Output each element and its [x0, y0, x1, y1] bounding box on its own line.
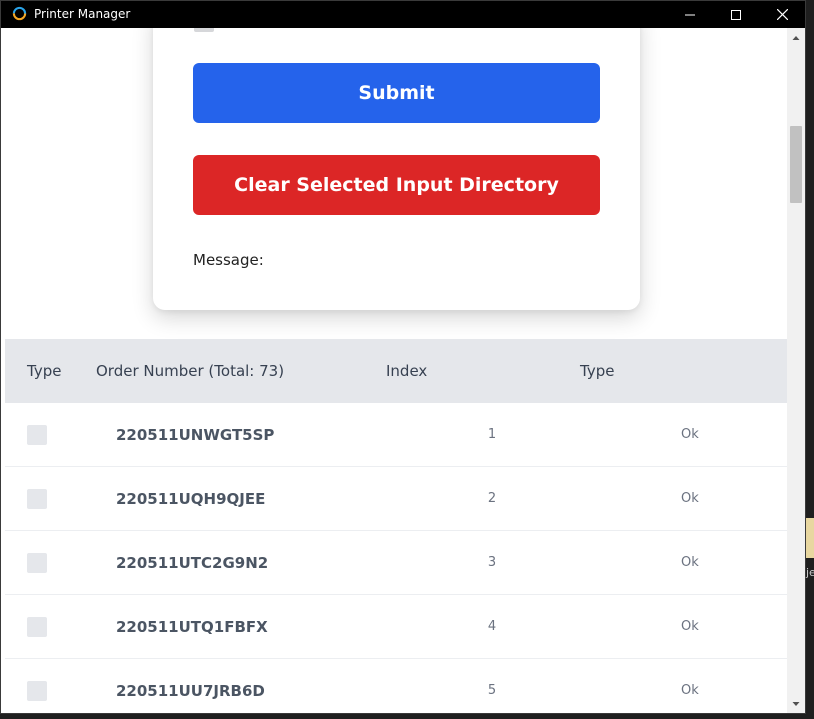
order-number: 220511UNWGT5SP	[116, 426, 275, 444]
row-status: Ok	[681, 555, 699, 570]
maximize-button[interactable]	[713, 1, 759, 28]
row-checkbox[interactable]	[27, 489, 47, 509]
order-number: 220511UTQ1FBFX	[116, 618, 268, 636]
row-index-value: 3	[487, 555, 497, 570]
chevron-up-icon	[792, 36, 800, 40]
header-select-type[interactable]: Type	[27, 362, 61, 380]
order-number: 220511UTC2G9N2	[116, 554, 269, 572]
printer-manager-icon	[12, 6, 27, 21]
row-checkbox[interactable]	[27, 425, 47, 445]
order-number: 220511UQH9QJEE	[116, 490, 266, 508]
app-window: Printer Manager Submit Clear Selected In…	[0, 0, 806, 714]
submit-button[interactable]: Submit	[193, 63, 600, 123]
option-checkbox[interactable]	[194, 28, 214, 32]
table-row[interactable]: 220511UU7JRB6D 5 Ok	[5, 659, 787, 713]
maximize-icon	[731, 9, 741, 20]
title-bar[interactable]: Printer Manager	[1, 1, 805, 28]
close-button[interactable]	[759, 1, 805, 28]
desktop-file-label: je	[806, 566, 814, 579]
row-status: Ok	[681, 491, 699, 506]
table-row[interactable]: 220511UNWGT5SP 1 Ok	[5, 403, 787, 467]
content-area: Submit Clear Selected Input Directory Me…	[5, 28, 787, 713]
close-icon	[776, 9, 788, 20]
message-label: Message:	[193, 251, 264, 269]
row-index-value: 4	[487, 619, 497, 634]
row-checkbox[interactable]	[27, 617, 47, 637]
order-number: 220511UU7JRB6D	[116, 682, 265, 700]
row-index-value: 5	[487, 683, 497, 698]
row-checkbox[interactable]	[27, 553, 47, 573]
header-index[interactable]: Index	[386, 362, 427, 380]
row-status: Ok	[681, 619, 699, 634]
clear-input-directory-button[interactable]: Clear Selected Input Directory	[193, 155, 600, 215]
desktop-file-icon[interactable]	[806, 518, 814, 558]
scroll-down-button[interactable]	[787, 696, 805, 712]
table-row[interactable]: 220511UTQ1FBFX 4 Ok	[5, 595, 787, 659]
table-header: Type Order Number (Total: 73) Index Type	[5, 339, 787, 403]
scroll-up-button[interactable]	[787, 30, 805, 46]
chevron-down-icon	[792, 702, 800, 706]
row-status: Ok	[681, 427, 699, 442]
window-title: Printer Manager	[34, 7, 131, 21]
scroll-thumb[interactable]	[790, 126, 802, 203]
vertical-scrollbar[interactable]	[787, 28, 805, 713]
row-index-value: 2	[487, 491, 497, 506]
header-order-number[interactable]: Order Number (Total: 73)	[96, 362, 284, 380]
minimize-icon	[685, 14, 695, 15]
minimize-button[interactable]	[667, 1, 713, 28]
row-checkbox[interactable]	[27, 681, 47, 701]
header-type[interactable]: Type	[580, 362, 614, 380]
row-status: Ok	[681, 683, 699, 698]
table-row[interactable]: 220511UTC2G9N2 3 Ok	[5, 531, 787, 595]
input-card: Submit Clear Selected Input Directory Me…	[153, 28, 640, 310]
row-index-value: 1	[487, 427, 497, 442]
table-row[interactable]: 220511UQH9QJEE 2 Ok	[5, 467, 787, 531]
